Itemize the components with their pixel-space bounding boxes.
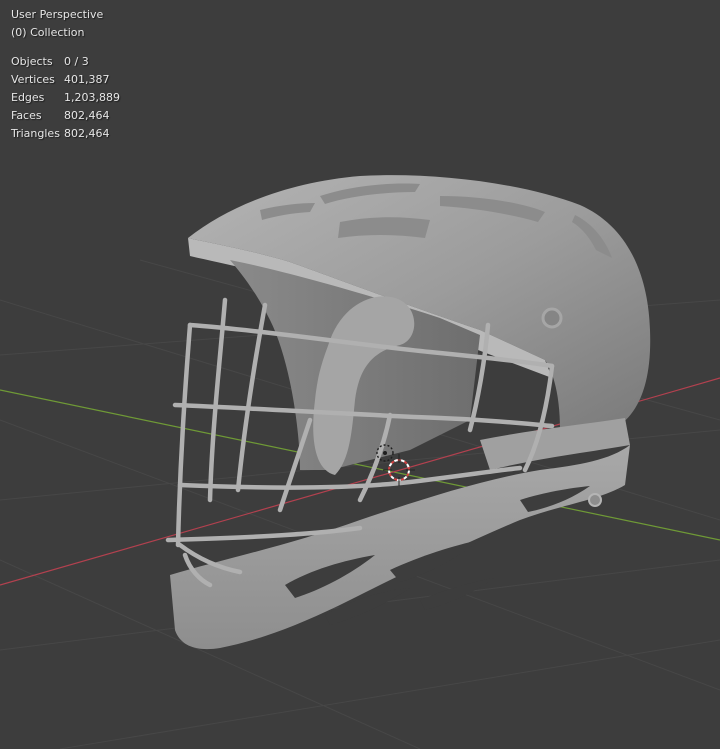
stat-label-triangles: Triangles xyxy=(11,127,60,140)
stat-value-vertices: 401,387 xyxy=(64,73,110,86)
stat-label-vertices: Vertices xyxy=(11,73,55,86)
stat-value-edges: 1,203,889 xyxy=(64,91,120,104)
viewport-text-overlay: User Perspective (0) Collection Objects … xyxy=(11,6,120,143)
view-name: User Perspective xyxy=(11,8,104,21)
side-bolt xyxy=(588,493,602,507)
stat-label-objects: Objects xyxy=(11,55,53,68)
stat-label-edges: Edges xyxy=(11,91,45,104)
3d-viewport[interactable]: User Perspective (0) Collection Objects … xyxy=(0,0,720,749)
ear-hole xyxy=(541,307,563,329)
scene-statistics: Objects 0 / 3 Vertices 401,387 Edges 1,2… xyxy=(11,53,120,143)
stat-value-triangles: 802,464 xyxy=(64,127,110,140)
stat-value-faces: 802,464 xyxy=(64,109,110,122)
stat-label-faces: Faces xyxy=(11,109,42,122)
stat-value-objects: 0 / 3 xyxy=(64,55,89,68)
collection-label: (0) Collection xyxy=(11,26,85,39)
